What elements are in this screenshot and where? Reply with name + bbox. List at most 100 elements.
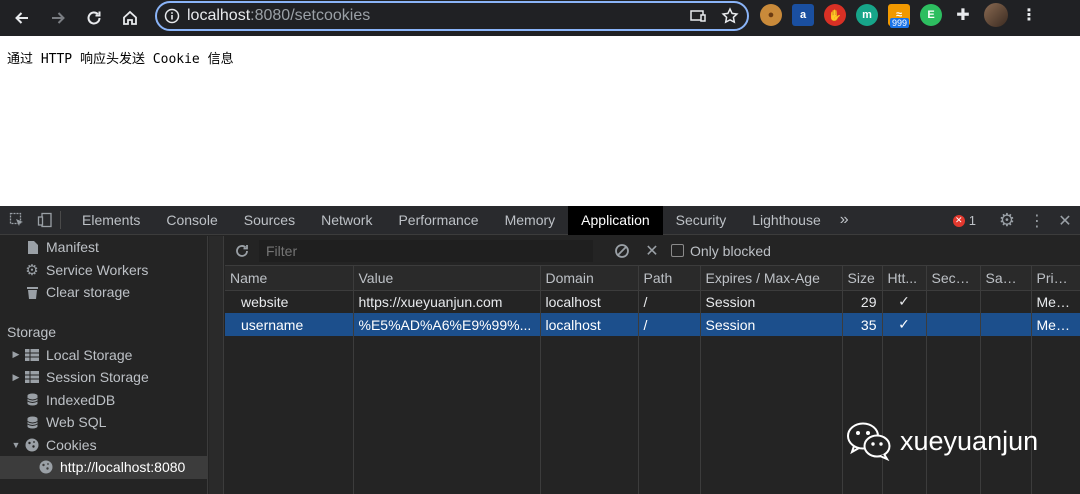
column-header-expires[interactable]: Expires / Max-Age [700, 266, 843, 291]
clear-all-cookies-icon[interactable] [607, 243, 637, 259]
column-header-httponly[interactable]: Htt... [882, 266, 927, 291]
refresh-icon[interactable] [225, 243, 259, 259]
column-header-value[interactable]: Value [353, 266, 541, 291]
tab-sources[interactable]: Sources [231, 206, 308, 235]
only-blocked-toggle[interactable]: Only blocked [671, 243, 771, 259]
table-grid-icon [24, 348, 40, 362]
inspect-element-icon[interactable] [0, 206, 34, 235]
sidebar-item-session-storage[interactable]: ▶ Session Storage [0, 366, 207, 389]
home-icon [123, 10, 137, 25]
table-header-row: Name Value Domain Path Expires / Max-Age… [225, 266, 1080, 291]
tab-performance[interactable]: Performance [385, 206, 491, 235]
error-count: 1 [968, 213, 976, 228]
reload-icon [87, 11, 101, 25]
devtools-menu-icon[interactable]: ⋮ [1024, 206, 1050, 235]
storage-section-heading: Storage [7, 323, 57, 340]
column-header-size[interactable]: Size [842, 266, 883, 291]
delete-selected-icon[interactable]: ✕ [637, 241, 667, 261]
table-empty-area [225, 336, 1080, 494]
only-blocked-checkbox[interactable] [671, 244, 684, 257]
device-toolbar-icon[interactable] [34, 206, 56, 235]
only-blocked-label: Only blocked [690, 242, 771, 259]
reload-button[interactable] [76, 2, 112, 34]
column-header-path[interactable]: Path [638, 266, 701, 291]
table-grid-icon [24, 370, 40, 384]
bookmark-star-icon[interactable] [721, 7, 739, 25]
forward-arrow-icon [52, 12, 65, 24]
sidebar-item-manifest[interactable]: Manifest [0, 236, 207, 259]
cookie-priority: Med... [1031, 290, 1080, 313]
cookie-priority: Med... [1031, 313, 1080, 336]
cookie-secure [926, 313, 981, 336]
filter-input[interactable] [259, 239, 593, 262]
wechat-logo-icon [846, 421, 892, 462]
sidebar-item-local-storage[interactable]: ▶ Local Storage [0, 344, 207, 367]
collapse-caret-icon[interactable]: ▼ [11, 440, 21, 450]
sidebar-item-cookie-origin[interactable]: http://localhost:8080 [0, 456, 207, 479]
cookie-size: 29 [842, 290, 883, 313]
watermark: xueyuanjun [846, 421, 1039, 462]
error-counter[interactable]: ✕ 1 [952, 213, 976, 228]
sidebar-item-label: IndexedDB [46, 391, 116, 408]
tab-network[interactable]: Network [308, 206, 385, 235]
sidebar-item-label: Local Storage [46, 346, 133, 363]
cookie-extension-icon[interactable]: ● [760, 4, 782, 26]
back-arrow-icon [15, 12, 28, 24]
cookie-name: username [225, 313, 354, 336]
profile-avatar[interactable] [984, 3, 1008, 27]
menu-kebab-icon[interactable]: ⋮ [1018, 4, 1040, 26]
url-path: :8080/setcookies [250, 7, 371, 24]
sidebar-item-clear-storage[interactable]: Clear storage [0, 281, 207, 304]
adblock-extension-icon[interactable]: ✋ [824, 4, 846, 26]
close-devtools-icon[interactable]: ✕ [1050, 206, 1080, 235]
sidebar-item-label: Service Workers [46, 261, 149, 278]
sidebar-item-web-sql[interactable]: Web SQL [0, 411, 207, 434]
address-bar[interactable]: localhost:8080/setcookies [155, 1, 749, 31]
cast-icon[interactable] [689, 7, 707, 25]
column-header-name[interactable]: Name [225, 266, 354, 291]
watermark-text: xueyuanjun [900, 425, 1039, 456]
table-row[interactable]: website https://xueyuanjun.com localhost… [225, 290, 1080, 313]
more-tabs-button[interactable]: » [834, 206, 855, 235]
cookie-expires: Session [700, 290, 843, 313]
column-header-domain[interactable]: Domain [540, 266, 639, 291]
tab-console[interactable]: Console [153, 206, 230, 235]
trash-icon [24, 285, 40, 299]
column-header-samesite[interactable]: Sam... [980, 266, 1032, 291]
tab-separator [60, 211, 61, 229]
cookie-path: / [638, 290, 701, 313]
sidebar-item-label: Manifest [46, 239, 99, 256]
sidebar-item-label: Clear storage [46, 284, 131, 301]
rss-extension-icon[interactable]: ≈999 [888, 4, 910, 28]
site-info-icon[interactable] [157, 8, 187, 24]
cookies-toolbar: ✕ Only blocked [225, 236, 1080, 266]
column-header-priority[interactable]: Priority [1031, 266, 1080, 291]
extensions-puzzle-icon[interactable]: ✚ [952, 4, 974, 26]
application-sidebar: Manifest ⚙ Service Workers Clear storage… [0, 236, 208, 494]
column-header-secure[interactable]: Secure [926, 266, 981, 291]
settings-gear-icon[interactable]: ⚙ [990, 206, 1024, 235]
teal-extension-icon[interactable]: m [856, 4, 878, 26]
expand-caret-icon[interactable]: ▶ [11, 372, 21, 383]
gear-icon: ⚙ [25, 261, 39, 279]
tab-memory[interactable]: Memory [492, 206, 569, 235]
expand-caret-icon[interactable]: ▶ [11, 349, 21, 360]
home-button[interactable] [112, 2, 148, 34]
back-button[interactable] [4, 2, 40, 34]
database-icon [24, 393, 40, 407]
forward-button[interactable] [40, 2, 76, 34]
tab-security[interactable]: Security [663, 206, 740, 235]
sidebar-item-indexeddb[interactable]: IndexedDB [0, 389, 207, 412]
table-row[interactable]: username %E5%AD%A6%E9%99%... localhost /… [225, 313, 1080, 336]
translate-extension-icon[interactable]: a [792, 4, 814, 26]
sidebar-item-service-workers[interactable]: ⚙ Service Workers [0, 259, 207, 282]
evernote-extension-icon[interactable]: E [920, 4, 942, 26]
tab-elements[interactable]: Elements [69, 206, 153, 235]
file-icon [24, 240, 40, 254]
sidebar-item-cookies[interactable]: ▼ Cookies [0, 434, 207, 457]
sidebar-resizer[interactable] [209, 236, 224, 494]
tab-application[interactable]: Application [568, 205, 663, 235]
cookie-name: website [225, 290, 354, 313]
cookie-value: %E5%AD%A6%E9%99%... [353, 313, 541, 336]
tab-lighthouse[interactable]: Lighthouse [739, 206, 834, 235]
